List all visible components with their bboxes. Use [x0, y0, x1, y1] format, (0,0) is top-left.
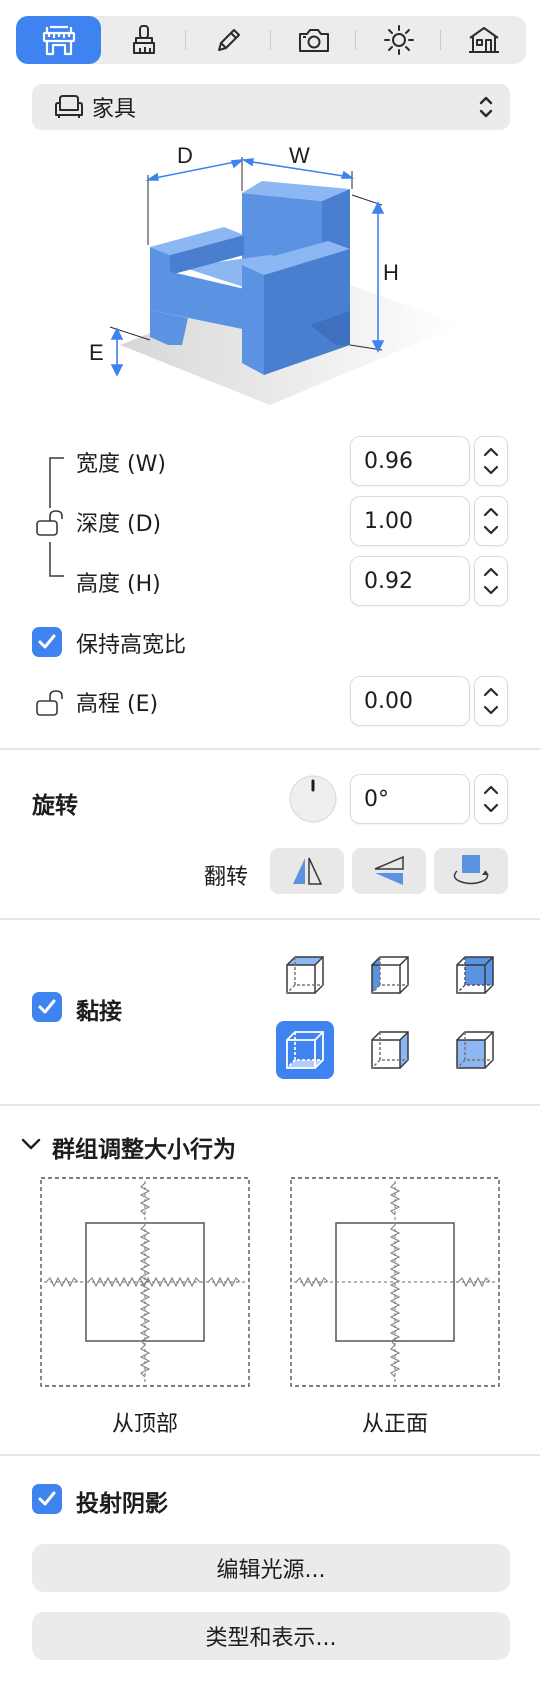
- tab-material[interactable]: [101, 16, 186, 64]
- armchair-icon: [55, 95, 83, 118]
- snap-front-button[interactable]: [446, 1021, 504, 1079]
- depth-value: 1.00: [364, 508, 413, 534]
- house-icon: [468, 27, 499, 53]
- up-down-chevron-icon: [479, 96, 493, 118]
- unlocked-padlock-icon[interactable]: [34, 688, 68, 718]
- inspector-tab-bar: [16, 16, 526, 64]
- diagram-label-depth: D: [177, 145, 193, 168]
- keep-ratio-checkbox[interactable]: [32, 627, 62, 657]
- resize-from-front-diagram[interactable]: [290, 1177, 500, 1387]
- tab-lighting[interactable]: [356, 16, 441, 64]
- width-value: 0.96: [364, 448, 413, 474]
- resize-from-top-diagram[interactable]: [40, 1177, 250, 1387]
- flip-label: 翻转: [204, 865, 249, 890]
- edit-light-button[interactable]: 编辑光源...: [32, 1544, 510, 1592]
- brush-icon: [132, 25, 155, 54]
- pencil-icon: [217, 29, 240, 51]
- cast-shadow-label: 投射阴影: [76, 1491, 168, 1517]
- height-stepper[interactable]: [474, 556, 508, 606]
- stepper-arrows-icon: [483, 447, 499, 475]
- section-divider: [0, 748, 540, 750]
- group-resize-title: 群组调整大小行为: [52, 1137, 236, 1163]
- cube-right-face-icon: [371, 1031, 409, 1069]
- cube-bottom-face-icon: [286, 1031, 324, 1069]
- diagram-label-elevation: E: [89, 340, 104, 365]
- width-label: 宽度 (W): [76, 452, 166, 477]
- snap-checkbox[interactable]: [32, 992, 62, 1022]
- cube-back-face-icon: [456, 956, 494, 994]
- rotation-title: 旋转: [32, 793, 78, 819]
- stepper-arrows-icon: [483, 507, 499, 535]
- tab-edit[interactable]: [186, 16, 271, 64]
- snap-right-button[interactable]: [361, 1021, 419, 1079]
- rotate-3d-button[interactable]: [434, 848, 508, 894]
- snap-bottom-button[interactable]: [276, 1021, 334, 1079]
- height-value: 0.92: [364, 568, 413, 594]
- height-label: 高度 (H): [76, 572, 161, 597]
- flip-vertical-icon: [374, 855, 404, 885]
- rotation-stepper[interactable]: [474, 774, 508, 824]
- type-display-button[interactable]: 类型和表示...: [32, 1612, 510, 1660]
- tab-building[interactable]: [441, 16, 526, 64]
- rotation-value: 0°: [364, 786, 389, 812]
- height-field[interactable]: 0.92: [350, 556, 470, 606]
- stepper-arrows-icon: [483, 567, 499, 595]
- from-top-caption: 从顶部: [111, 1412, 178, 1437]
- snap-left-button[interactable]: [361, 946, 419, 1004]
- type-display-label: 类型和表示...: [205, 1626, 337, 1651]
- cube-front-face-icon: [456, 1031, 494, 1069]
- depth-label: 深度 (D): [76, 512, 162, 537]
- keep-ratio-label: 保持高宽比: [76, 633, 187, 658]
- rotate-3d-icon: [453, 855, 489, 885]
- dimension-diagram: D W H E: [89, 145, 460, 405]
- width-field[interactable]: 0.96: [350, 436, 470, 486]
- sun-icon: [383, 25, 414, 55]
- width-stepper[interactable]: [474, 436, 508, 486]
- elevation-value: 0.00: [364, 688, 413, 714]
- checkmark-icon: [38, 634, 56, 649]
- ruler-tool-icon: [42, 25, 75, 56]
- category-select[interactable]: 家具: [32, 84, 510, 130]
- diagram-label-height: H: [383, 260, 399, 285]
- camera-icon: [298, 29, 329, 52]
- rotation-field[interactable]: 0°: [350, 774, 470, 824]
- elevation-field[interactable]: 0.00: [350, 676, 470, 726]
- elevation-stepper[interactable]: [474, 676, 508, 726]
- flip-vertical-button[interactable]: [352, 848, 426, 894]
- depth-field[interactable]: 1.00: [350, 496, 470, 546]
- stepper-arrows-icon: [483, 687, 499, 715]
- unlocked-padlock-icon[interactable]: [34, 508, 68, 538]
- rotation-dial[interactable]: [288, 774, 338, 824]
- snap-label: 黏接: [76, 999, 122, 1025]
- flip-horizontal-button[interactable]: [270, 848, 344, 894]
- snap-back-button[interactable]: [446, 946, 504, 1004]
- checkmark-icon: [38, 999, 56, 1014]
- cube-left-face-icon: [371, 956, 409, 994]
- snap-top-button[interactable]: [276, 946, 334, 1004]
- section-divider: [0, 918, 540, 920]
- from-front-caption: 从正面: [361, 1412, 428, 1437]
- depth-stepper[interactable]: [474, 496, 508, 546]
- elevation-label: 高程 (E): [76, 692, 159, 717]
- tab-object-size[interactable]: [16, 16, 101, 64]
- diagram-label-width: W: [289, 145, 310, 168]
- flip-horizontal-icon: [293, 857, 323, 885]
- cast-shadow-checkbox[interactable]: [32, 1484, 62, 1514]
- section-divider: [0, 1104, 540, 1106]
- category-label: 家具: [92, 97, 137, 122]
- edit-light-label: 编辑光源...: [216, 1558, 326, 1583]
- stepper-arrows-icon: [483, 785, 499, 813]
- disclosure-chevron-down-icon[interactable]: [18, 1134, 44, 1154]
- cube-top-face-icon: [286, 956, 324, 994]
- checkmark-icon: [38, 1491, 56, 1506]
- tab-camera[interactable]: [271, 16, 356, 64]
- section-divider: [0, 1454, 540, 1456]
